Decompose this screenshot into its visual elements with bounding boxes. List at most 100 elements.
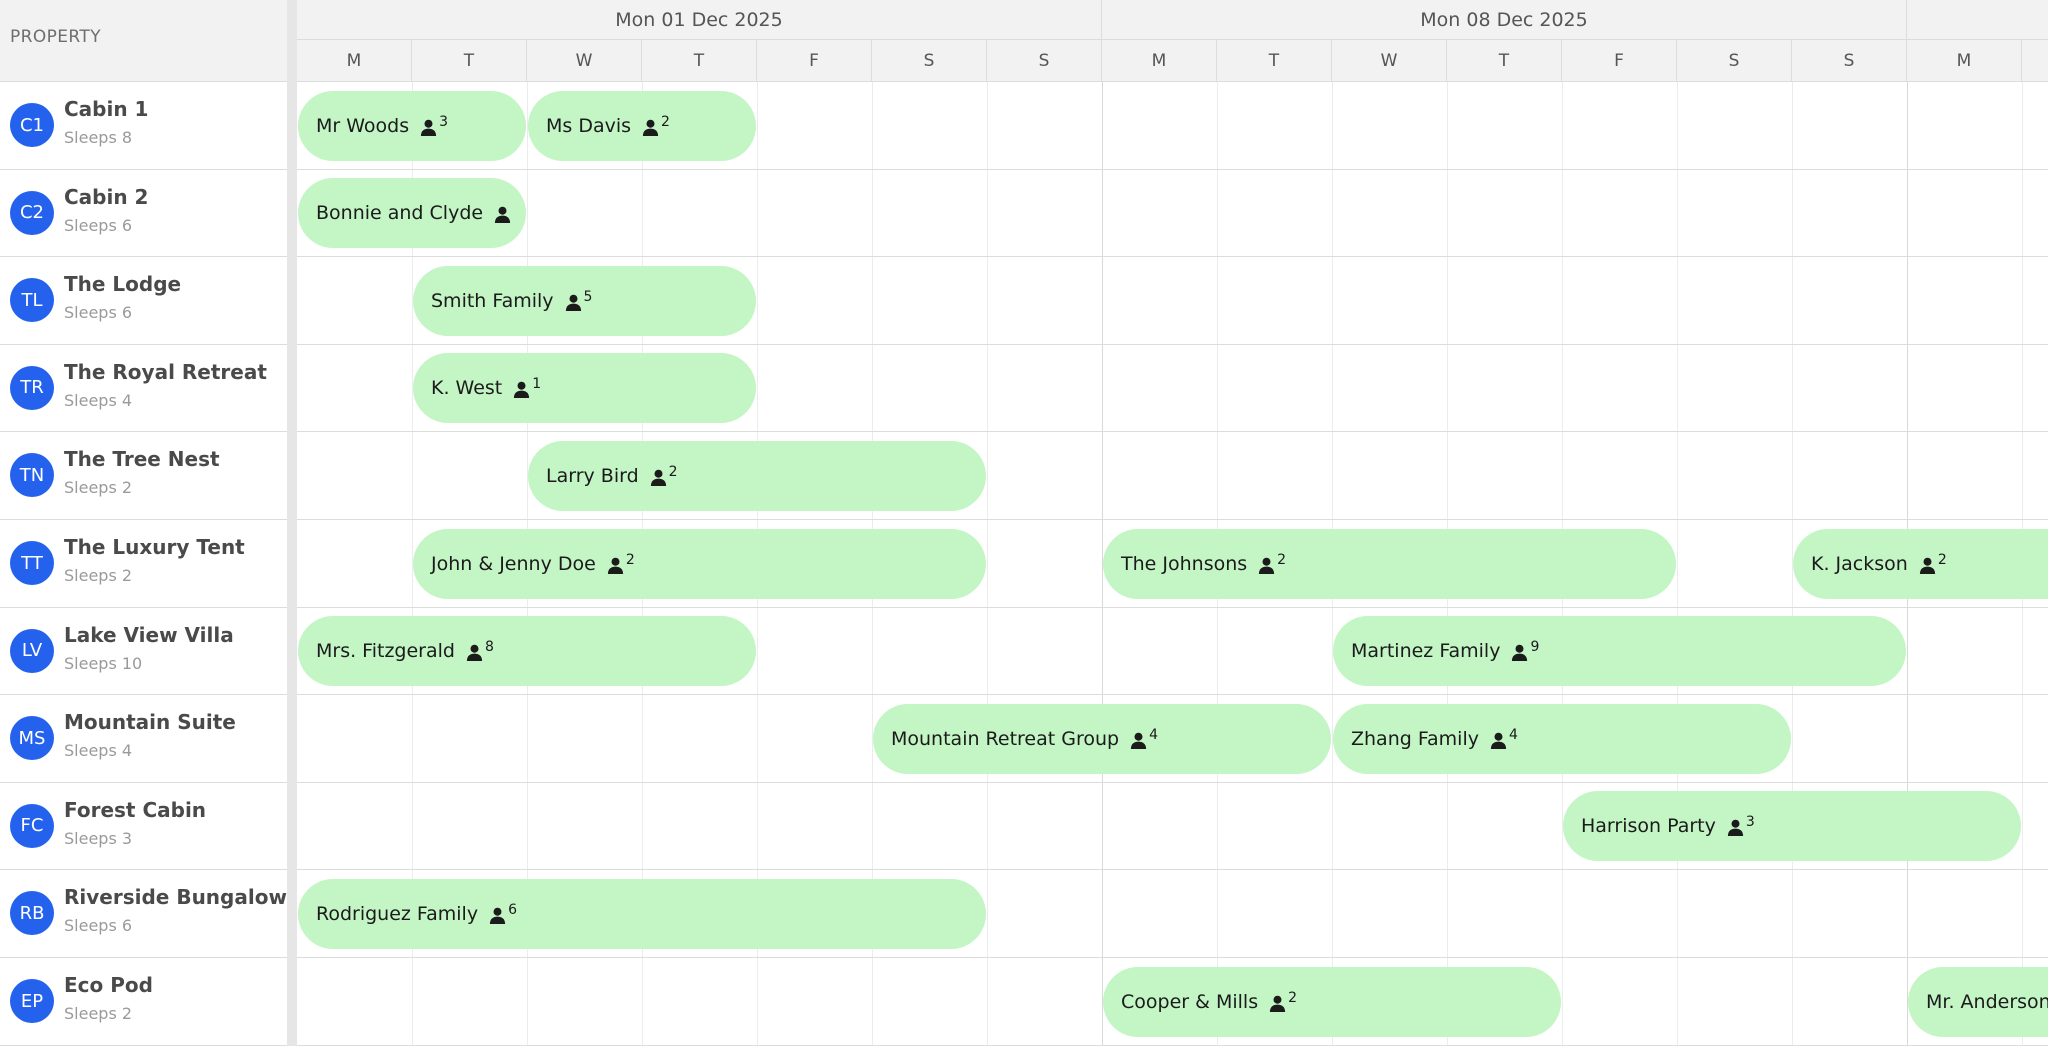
resource-name: The Tree Nest — [64, 447, 220, 472]
booking-event[interactable]: K. Jackson 2 — [1793, 528, 2048, 599]
resource-avatar: TL — [10, 278, 54, 323]
resource-name: Eco Pod — [64, 973, 153, 997]
resource-capacity: Sleeps 6 — [64, 303, 133, 323]
guest-count: 8 — [484, 639, 494, 656]
booking-event[interactable]: Mr Woods 3 — [298, 90, 526, 161]
resource-row[interactable]: LV Lake View Villa Sleeps 10 — [0, 607, 287, 696]
guest-count: 2 — [661, 113, 670, 130]
resource-row[interactable]: MS Mountain Suite Sleeps 4 — [0, 695, 287, 783]
booking-guest-name: Mountain Retreat Group — [891, 727, 1120, 750]
resource-capacity: Sleeps 2 — [64, 1004, 133, 1023]
guest-count: 2 — [668, 463, 678, 480]
resource-row[interactable]: C2 Cabin 2 Sleeps 6 — [0, 169, 287, 258]
resource-name: The Lodge — [64, 272, 182, 297]
booking-guest-name: Cooper & Mills — [1121, 990, 1259, 1013]
booking-event[interactable]: Cooper & Mills 2 — [1103, 966, 1561, 1037]
person-icon — [1919, 557, 1935, 574]
booking-guest-name: Mr Woods — [316, 114, 410, 137]
resource-capacity: Sleeps 3 — [64, 828, 133, 848]
resource-name: Riverside Bungalow — [64, 885, 287, 910]
resource-row[interactable]: FC Forest Cabin Sleeps 3 — [0, 782, 287, 871]
resource-avatar: RB — [10, 891, 54, 936]
guest-count-badge: 1 — [512, 377, 541, 399]
resource-capacity: Sleeps 10 — [64, 653, 143, 673]
day-divider — [1677, 82, 1678, 1046]
row-divider — [297, 606, 2048, 608]
booking-event[interactable]: The Johnsons 2 — [1103, 528, 1676, 599]
resource-avatar: FC — [10, 803, 54, 848]
person-icon — [1512, 644, 1528, 662]
guest-count: 3 — [1745, 814, 1755, 831]
booking-guest-name: Smith Family — [431, 289, 554, 312]
resource-row[interactable]: TT The Luxury Tent Sleeps 2 — [0, 520, 287, 608]
row-divider — [297, 957, 2048, 958]
booking-guest-name: K. West — [431, 377, 503, 400]
booking-event[interactable]: Mrs. Fitzgerald 8 — [298, 616, 756, 687]
day-header: M — [1102, 40, 1217, 82]
day-header: W — [527, 40, 642, 82]
resource-row[interactable]: TN The Tree Nest Sleeps 2 — [0, 432, 287, 520]
person-icon — [642, 119, 659, 136]
booking-event[interactable]: Rodriguez Family 6 — [298, 878, 986, 949]
booking-event[interactable]: John & Jenny Doe 2 — [413, 528, 986, 599]
guest-count-badge: 2 — [1268, 991, 1297, 1013]
resource-name: Cabin 2 — [64, 184, 149, 209]
guest-count-badge: 2 — [649, 465, 678, 487]
person-icon — [421, 119, 437, 136]
resource-avatar: C1 — [10, 103, 54, 147]
booking-event[interactable]: Martinez Family 9 — [1333, 616, 1906, 687]
day-header: T — [1447, 40, 1562, 82]
resource-name: The Royal Retreat — [64, 359, 267, 384]
person-icon — [565, 294, 581, 311]
week-header: Mon 08 Dec 2025 — [1102, 0, 1907, 40]
booking-guest-name: Mrs. Fitzgerald — [316, 640, 455, 663]
guest-count-badge: 2 — [641, 115, 670, 137]
resource-row[interactable]: TL The Lodge Sleeps 6 — [0, 257, 287, 345]
resource-header: PROPERTY — [0, 0, 287, 82]
booking-event[interactable]: Mountain Retreat Group 4 — [873, 703, 1331, 774]
day-header: S — [987, 40, 1102, 82]
booking-event[interactable]: K. West 1 — [413, 353, 756, 424]
guest-count: 2 — [625, 551, 635, 568]
person-icon — [1131, 732, 1147, 749]
booking-guest-name: Harrison Party — [1581, 815, 1716, 838]
day-header: S — [1677, 40, 1792, 82]
booking-guest-name: K. Jackson — [1811, 552, 1908, 575]
day-header: S — [1792, 40, 1907, 82]
booking-event[interactable]: Ms Davis 2 — [528, 90, 756, 161]
timeline-grid: Mr Woods 3 Ms Davis 2 Bonnie and Clyde Smith … — [297, 82, 2048, 1046]
booking-event[interactable]: Zhang Family 4 — [1333, 703, 1791, 774]
booking-event[interactable]: Larry Bird 2 — [528, 440, 986, 511]
booking-guest-name: John & Jenny Doe — [431, 552, 596, 575]
booking-event[interactable]: Harrison Party 3 — [1563, 791, 2021, 862]
resource-row[interactable]: TR The Royal Retreat Sleeps 4 — [0, 344, 287, 433]
row-divider — [297, 869, 2048, 871]
day-header: W — [1332, 40, 1447, 82]
booking-event[interactable]: Bonnie and Clyde — [298, 178, 526, 249]
person-icon — [489, 907, 506, 924]
booking-event[interactable]: Smith Family 5 — [413, 265, 756, 336]
booking-guest-name: Bonnie and Clyde — [316, 202, 484, 225]
resource-avatar: TT — [10, 541, 54, 585]
booking-event[interactable]: Mr. Anderson — [1908, 966, 2048, 1037]
column-splitter[interactable] — [287, 0, 297, 1046]
resource-avatar: C2 — [10, 190, 54, 235]
guest-count: 3 — [439, 113, 449, 130]
row-divider — [297, 256, 2048, 258]
day-header: F — [757, 40, 872, 82]
resource-avatar: EP — [10, 979, 54, 1023]
resource-capacity: Sleeps 2 — [64, 478, 133, 498]
person-icon — [466, 644, 483, 662]
timeline-header: Mon 01 Dec 2025 Mon 08 Dec 2025 M T W T F S S M T W… — [297, 0, 2048, 82]
week-header: Mon 01 Dec 2025 — [297, 0, 1102, 40]
day-divider — [987, 82, 988, 1046]
row-divider — [297, 1044, 2048, 1046]
person-icon — [1259, 557, 1275, 574]
resource-name: Lake View Villa — [64, 622, 234, 647]
resource-row[interactable]: EP Eco Pod Sleeps 2 — [0, 958, 287, 1046]
resource-row[interactable]: RB Riverside Bungalow Sleeps 6 — [0, 870, 287, 958]
day-header: F — [1562, 40, 1677, 82]
resource-row[interactable]: C1 Cabin 1 Sleeps 8 — [0, 82, 287, 170]
resource-capacity: Sleeps 6 — [64, 215, 133, 235]
person-icon — [1270, 995, 1286, 1012]
